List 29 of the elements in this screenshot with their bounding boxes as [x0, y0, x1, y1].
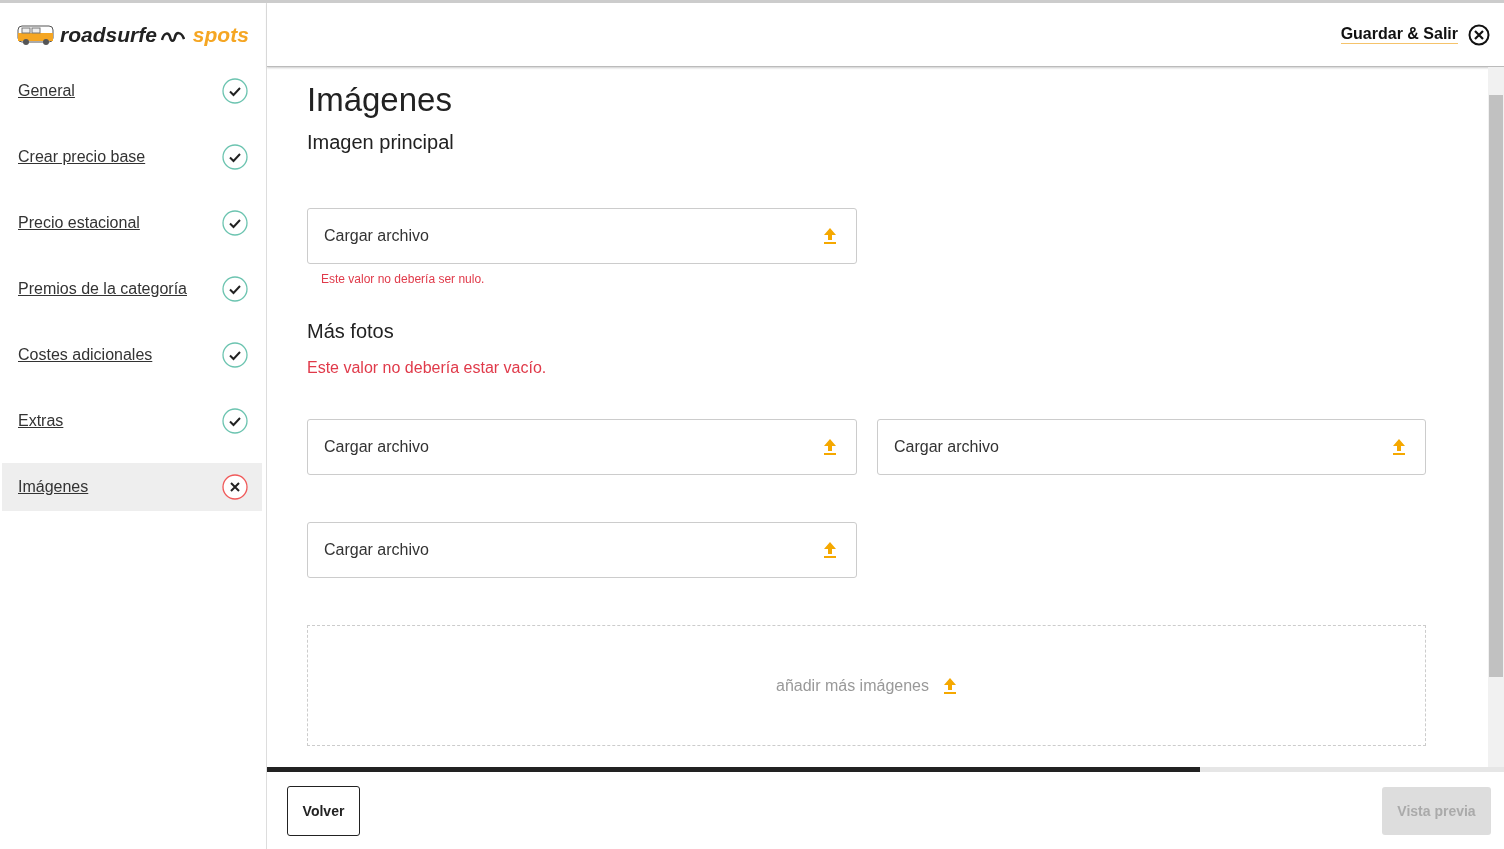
sidebar-link[interactable]: Extras [18, 412, 64, 430]
upload-icon [823, 227, 837, 245]
logo-suffix: spots [192, 23, 249, 47]
upload-icon [1392, 438, 1406, 456]
sidebar-link[interactable]: Crear precio base [18, 148, 146, 166]
scrollbar[interactable] [1488, 67, 1504, 767]
page-title: Imágenes [307, 81, 453, 119]
back-button[interactable]: Volver [287, 785, 360, 836]
logo-text: roadsurfe [60, 23, 157, 47]
error-message: Este valor no debería estar vacío. [307, 359, 548, 377]
upload-icon [823, 438, 837, 456]
sidebar-link[interactable]: Imágenes [18, 478, 89, 496]
file-upload[interactable]: Cargar archivo [307, 522, 857, 578]
van-icon [16, 23, 56, 47]
sidebar-item[interactable]: Imágenes [2, 463, 262, 511]
upload-icon [823, 541, 837, 559]
section-heading: Imagen principal [307, 131, 455, 154]
section-heading: Más fotos [307, 320, 395, 343]
sidebar-link[interactable]: Premios de la categoría [18, 280, 187, 298]
error-message: Este valor no debería ser nulo. [321, 272, 486, 286]
file-upload[interactable]: Cargar archivo [877, 419, 1426, 475]
sidebar-link[interactable]: Precio estacional [18, 214, 140, 232]
save-exit-link[interactable]: Guardar & Salir [1340, 25, 1458, 44]
file-upload[interactable]: Cargar archivo [307, 419, 857, 475]
sidebar-link[interactable]: General [18, 82, 75, 100]
sidebar-link[interactable]: Costes adicionales [18, 346, 153, 364]
close-icon[interactable] [1468, 23, 1490, 46]
file-upload[interactable]: Cargar archivo [307, 208, 857, 264]
upload-icon [943, 676, 957, 695]
